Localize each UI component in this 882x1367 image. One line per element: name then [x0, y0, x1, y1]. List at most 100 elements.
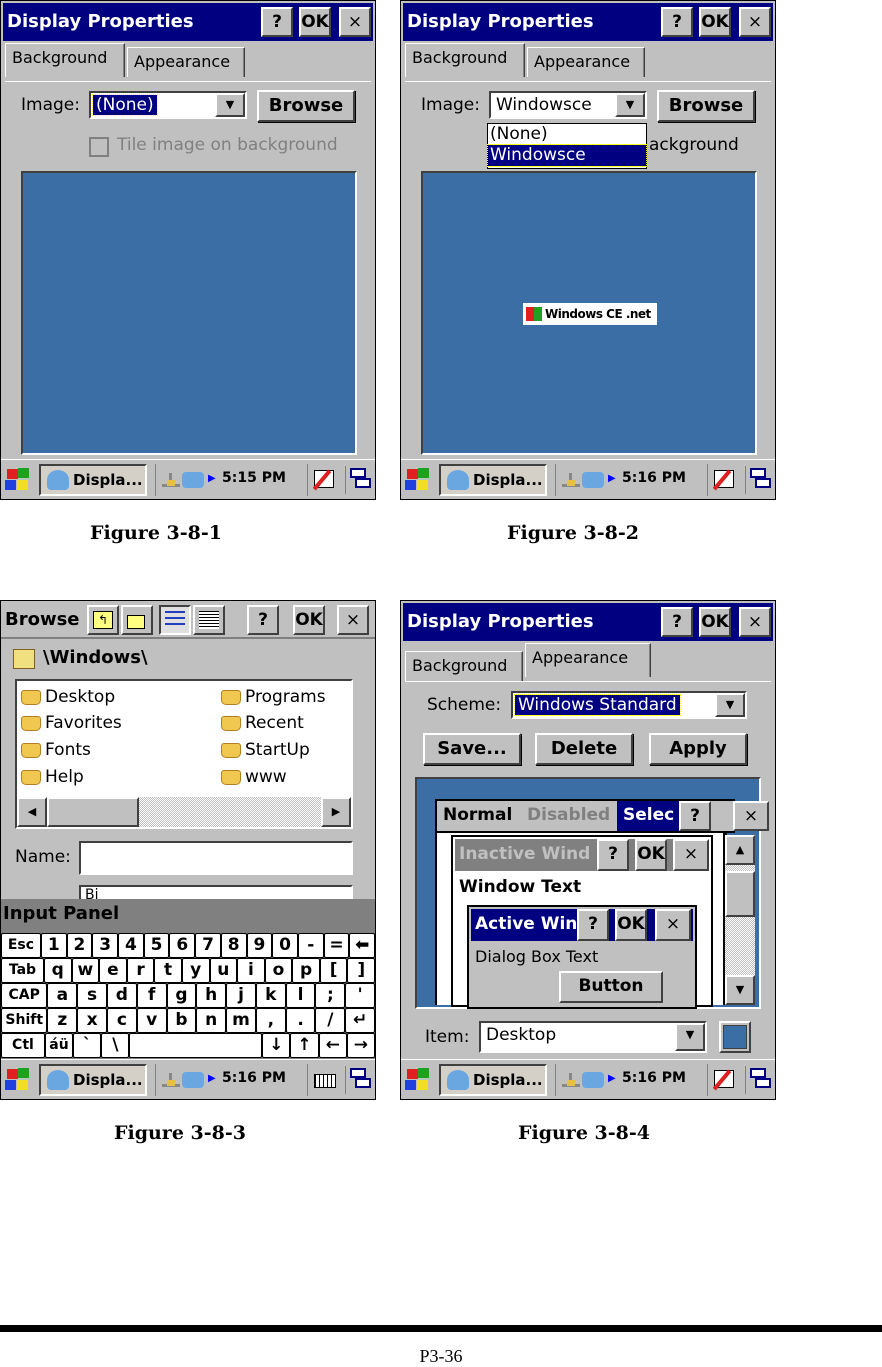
help-button[interactable]: ?: [247, 605, 279, 635]
start-icon[interactable]: [5, 468, 31, 492]
chevron-down-icon[interactable]: ▼: [715, 693, 745, 717]
scheme-combo[interactable]: Windows Standard ▼: [511, 691, 747, 719]
taskbar-app-button[interactable]: Displa...: [39, 464, 147, 496]
keyboard-key[interactable]: [: [319, 958, 348, 983]
ok-button[interactable]: OK: [299, 7, 331, 37]
scroll-left-icon[interactable]: ◀: [17, 797, 47, 827]
horizontal-scrollbar[interactable]: ◀ ▶: [17, 797, 351, 827]
keyboard-key[interactable]: a: [47, 983, 78, 1008]
taskbar-app-button[interactable]: Displa...: [39, 1064, 147, 1096]
keyboard-key[interactable]: g: [166, 983, 197, 1008]
keyboard-key[interactable]: 4: [118, 933, 144, 958]
input-panel-toggle[interactable]: [707, 1064, 739, 1096]
scroll-thumb[interactable]: [47, 797, 139, 827]
keyboard-key[interactable]: 2: [66, 933, 93, 958]
keyboard-key[interactable]: 7: [195, 933, 221, 958]
details-view-icon[interactable]: [193, 605, 225, 635]
keyboard-key[interactable]: →: [346, 1033, 375, 1058]
keyboard-key[interactable]: Ctl: [1, 1033, 45, 1058]
browse-button[interactable]: Browse: [657, 90, 755, 122]
taskbar-app-button[interactable]: Displa...: [439, 464, 547, 496]
keyboard-key[interactable]: r: [126, 958, 155, 983]
desktop-switch-icon[interactable]: [745, 1066, 771, 1094]
network-icon[interactable]: [162, 1073, 180, 1087]
connection-icon[interactable]: [582, 1072, 604, 1088]
keyboard-key[interactable]: f: [136, 983, 167, 1008]
connection-icon[interactable]: [182, 472, 204, 488]
keyboard-key[interactable]: o: [264, 958, 293, 983]
connection-icon[interactable]: [582, 472, 604, 488]
folder-item[interactable]: Programs: [219, 685, 326, 709]
tray-expand-icon[interactable]: ▶: [608, 1073, 616, 1084]
close-button[interactable]: ×: [337, 605, 369, 635]
desktop-switch-icon[interactable]: [745, 466, 771, 494]
tray-expand-icon[interactable]: ▶: [608, 473, 616, 484]
tray-expand-icon[interactable]: ▶: [208, 473, 216, 484]
browse-button[interactable]: Browse: [257, 90, 355, 122]
clock[interactable]: 5:15 PM: [222, 470, 286, 486]
save-button[interactable]: Save...: [423, 733, 521, 765]
keyboard-key[interactable]: n: [196, 1008, 227, 1033]
folder-item[interactable]: Fonts: [19, 738, 91, 762]
keyboard-key[interactable]: ↵: [345, 1008, 375, 1033]
keyboard-key[interactable]: ,: [255, 1008, 286, 1033]
dropdown-option-selected[interactable]: Windowsce: [487, 144, 647, 167]
new-folder-icon[interactable]: [121, 605, 153, 635]
keyboard-key[interactable]: 3: [92, 933, 119, 958]
keyboard-key[interactable]: 1: [40, 933, 67, 958]
keyboard-key[interactable]: \: [101, 1033, 130, 1058]
network-icon[interactable]: [562, 473, 580, 487]
keyboard-key[interactable]: ↑: [290, 1033, 319, 1058]
folder-item[interactable]: StartUp: [219, 738, 310, 762]
close-button[interactable]: ×: [339, 7, 371, 37]
folder-item[interactable]: Recent: [219, 711, 304, 735]
chevron-down-icon[interactable]: ▼: [215, 93, 245, 117]
keyboard-key[interactable]: t: [154, 958, 182, 983]
keyboard-key[interactable]: -: [297, 933, 324, 958]
tab-appearance[interactable]: Appearance: [525, 643, 651, 677]
keyboard-key[interactable]: [129, 1033, 263, 1058]
help-button[interactable]: ?: [661, 607, 693, 637]
keyboard-key[interactable]: 8: [220, 933, 247, 958]
tab-background[interactable]: Background: [5, 43, 125, 77]
taskbar-app-button[interactable]: Displa...: [439, 1064, 547, 1096]
start-icon[interactable]: [405, 468, 431, 492]
help-button[interactable]: ?: [661, 7, 693, 37]
item-combo[interactable]: Desktop ▼: [479, 1021, 707, 1053]
keyboard-key[interactable]: Esc: [1, 933, 41, 958]
network-icon[interactable]: [162, 473, 180, 487]
clock[interactable]: 5:16 PM: [622, 1070, 686, 1086]
desktop-switch-icon[interactable]: [345, 466, 371, 494]
start-icon[interactable]: [5, 1068, 31, 1092]
keyboard-key[interactable]: ⬅: [349, 933, 375, 958]
start-icon[interactable]: [405, 1068, 431, 1092]
keyboard-key[interactable]: s: [77, 983, 107, 1008]
keyboard-key[interactable]: p: [292, 958, 320, 983]
keyboard-key[interactable]: u: [209, 958, 238, 983]
keyboard-key[interactable]: 6: [169, 933, 196, 958]
keyboard-key[interactable]: h: [196, 983, 227, 1008]
image-combo[interactable]: (None) ▼: [89, 91, 247, 119]
list-view-icon[interactable]: [159, 605, 191, 635]
keyboard-key[interactable]: v: [136, 1008, 167, 1033]
chevron-down-icon[interactable]: ▼: [675, 1023, 705, 1051]
close-button[interactable]: ×: [739, 607, 771, 637]
keyboard-key[interactable]: d: [107, 983, 137, 1008]
connection-icon[interactable]: [182, 1072, 204, 1088]
keyboard-key[interactable]: i: [237, 958, 265, 983]
help-button[interactable]: ?: [261, 7, 293, 37]
keyboard-key[interactable]: y: [181, 958, 210, 983]
keyboard-key[interactable]: ]: [347, 958, 375, 983]
keyboard-key[interactable]: Tab: [1, 958, 44, 983]
keyboard-key[interactable]: x: [77, 1008, 107, 1033]
keyboard-key[interactable]: 9: [246, 933, 273, 958]
chevron-down-icon[interactable]: ▼: [615, 93, 645, 117]
keyboard-key[interactable]: b: [166, 1008, 197, 1033]
name-input[interactable]: [79, 841, 353, 875]
keyboard-key[interactable]: l: [285, 983, 316, 1008]
tab-appearance[interactable]: Appearance: [527, 47, 645, 77]
keyboard-key[interactable]: ': [345, 983, 375, 1008]
input-panel-toggle[interactable]: [307, 464, 339, 496]
tile-checkbox[interactable]: [89, 137, 109, 157]
ok-button[interactable]: OK: [699, 607, 731, 637]
